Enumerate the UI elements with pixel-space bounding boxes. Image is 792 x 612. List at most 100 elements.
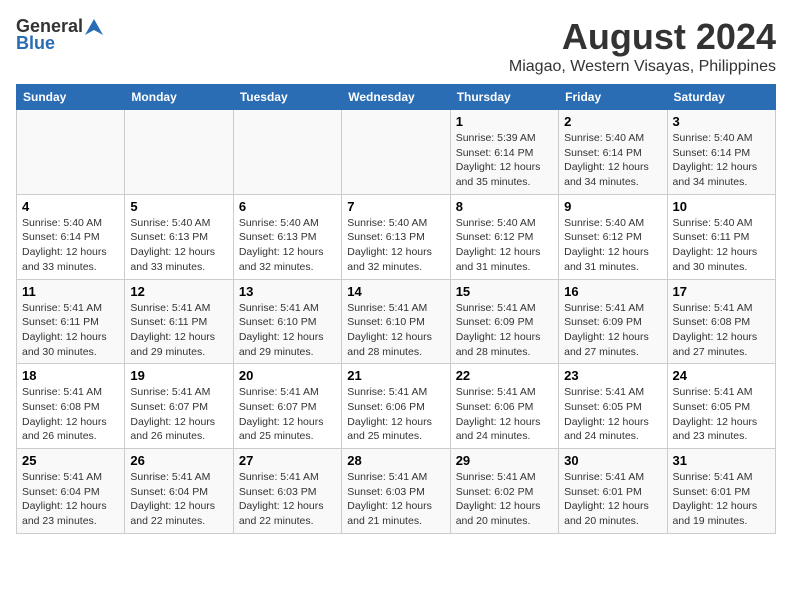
- day-number: 7: [347, 199, 444, 214]
- calendar-body: 1 Sunrise: 5:39 AMSunset: 6:14 PMDaylight…: [17, 110, 776, 534]
- calendar-cell: 25 Sunrise: 5:41 AMSunset: 6:04 PMDayligh…: [17, 449, 125, 534]
- day-number: 1: [456, 114, 553, 129]
- day-number: 28: [347, 453, 444, 468]
- weekday-header-tuesday: Tuesday: [233, 85, 341, 110]
- day-number: 30: [564, 453, 661, 468]
- day-number: 15: [456, 284, 553, 299]
- calendar-cell: 22 Sunrise: 5:41 AMSunset: 6:06 PMDayligh…: [450, 364, 558, 449]
- calendar-cell: 3 Sunrise: 5:40 AMSunset: 6:14 PMDaylight…: [667, 110, 775, 195]
- day-info: Sunrise: 5:40 AMSunset: 6:11 PMDaylight:…: [673, 216, 770, 275]
- day-number: 22: [456, 368, 553, 383]
- day-info: Sunrise: 5:40 AMSunset: 6:14 PMDaylight:…: [673, 131, 770, 190]
- calendar-cell: 17 Sunrise: 5:41 AMSunset: 6:08 PMDayligh…: [667, 279, 775, 364]
- calendar-cell: 1 Sunrise: 5:39 AMSunset: 6:14 PMDaylight…: [450, 110, 558, 195]
- calendar-week-row: 1 Sunrise: 5:39 AMSunset: 6:14 PMDaylight…: [17, 110, 776, 195]
- weekday-header-wednesday: Wednesday: [342, 85, 450, 110]
- day-info: Sunrise: 5:41 AMSunset: 6:01 PMDaylight:…: [564, 470, 661, 529]
- calendar-cell: 10Sunrise: 5:40 AMSunset: 6:11 PMDayligh…: [667, 194, 775, 279]
- day-info: Sunrise: 5:41 AMSunset: 6:04 PMDaylight:…: [130, 470, 227, 529]
- day-number: 5: [130, 199, 227, 214]
- weekday-header-row: SundayMondayTuesdayWednesdayThursdayFrid…: [17, 85, 776, 110]
- calendar-cell: 24Sunrise: 5:41 AMSunset: 6:05 PMDayligh…: [667, 364, 775, 449]
- day-number: 11: [22, 284, 119, 299]
- day-number: 20: [239, 368, 336, 383]
- day-number: 14: [347, 284, 444, 299]
- day-number: 17: [673, 284, 770, 299]
- day-info: Sunrise: 5:40 AMSunset: 6:13 PMDaylight:…: [347, 216, 444, 275]
- day-number: 21: [347, 368, 444, 383]
- day-info: Sunrise: 5:39 AMSunset: 6:14 PMDaylight:…: [456, 131, 553, 190]
- calendar-cell: 15 Sunrise: 5:41 AMSunset: 6:09 PMDayligh…: [450, 279, 558, 364]
- calendar-cell: 21 Sunrise: 5:41 AMSunset: 6:06 PMDayligh…: [342, 364, 450, 449]
- day-number: 26: [130, 453, 227, 468]
- calendar-title: August 2024: [509, 16, 776, 58]
- calendar-cell: 18 Sunrise: 5:41 AMSunset: 6:08 PMDayligh…: [17, 364, 125, 449]
- weekday-header-monday: Monday: [125, 85, 233, 110]
- calendar-cell: 9Sunrise: 5:40 AMSunset: 6:12 PMDaylight…: [559, 194, 667, 279]
- calendar-cell: 7 Sunrise: 5:40 AMSunset: 6:13 PMDaylight…: [342, 194, 450, 279]
- calendar-header: SundayMondayTuesdayWednesdayThursdayFrid…: [17, 85, 776, 110]
- day-number: 31: [673, 453, 770, 468]
- day-info: Sunrise: 5:41 AMSunset: 6:06 PMDaylight:…: [347, 385, 444, 444]
- day-number: 6: [239, 199, 336, 214]
- day-info: Sunrise: 5:41 AMSunset: 6:07 PMDaylight:…: [239, 385, 336, 444]
- weekday-header-thursday: Thursday: [450, 85, 558, 110]
- day-info: Sunrise: 5:40 AMSunset: 6:14 PMDaylight:…: [564, 131, 661, 190]
- day-info: Sunrise: 5:41 AMSunset: 6:08 PMDaylight:…: [22, 385, 119, 444]
- calendar-cell: 30 Sunrise: 5:41 AMSunset: 6:01 PMDayligh…: [559, 449, 667, 534]
- day-info: Sunrise: 5:41 AMSunset: 6:08 PMDaylight:…: [673, 301, 770, 360]
- day-info: Sunrise: 5:41 AMSunset: 6:03 PMDaylight:…: [239, 470, 336, 529]
- day-info: Sunrise: 5:41 AMSunset: 6:06 PMDaylight:…: [456, 385, 553, 444]
- calendar-cell: 12 Sunrise: 5:41 AMSunset: 6:11 PMDayligh…: [125, 279, 233, 364]
- day-info: Sunrise: 5:40 AMSunset: 6:12 PMDaylight:…: [456, 216, 553, 275]
- day-info: Sunrise: 5:40 AMSunset: 6:13 PMDaylight:…: [130, 216, 227, 275]
- logo-blue-text: Blue: [16, 33, 55, 54]
- calendar-cell: [17, 110, 125, 195]
- calendar-week-row: 18 Sunrise: 5:41 AMSunset: 6:08 PMDayligh…: [17, 364, 776, 449]
- day-info: Sunrise: 5:41 AMSunset: 6:01 PMDaylight:…: [673, 470, 770, 529]
- calendar-cell: [342, 110, 450, 195]
- day-info: Sunrise: 5:41 AMSunset: 6:05 PMDaylight:…: [564, 385, 661, 444]
- calendar-cell: 29Sunrise: 5:41 AMSunset: 6:02 PMDayligh…: [450, 449, 558, 534]
- day-info: Sunrise: 5:41 AMSunset: 6:03 PMDaylight:…: [347, 470, 444, 529]
- day-info: Sunrise: 5:41 AMSunset: 6:09 PMDaylight:…: [564, 301, 661, 360]
- day-number: 19: [130, 368, 227, 383]
- calendar-cell: 6 Sunrise: 5:40 AMSunset: 6:13 PMDaylight…: [233, 194, 341, 279]
- calendar-cell: 19 Sunrise: 5:41 AMSunset: 6:07 PMDayligh…: [125, 364, 233, 449]
- weekday-header-friday: Friday: [559, 85, 667, 110]
- day-info: Sunrise: 5:41 AMSunset: 6:04 PMDaylight:…: [22, 470, 119, 529]
- calendar-cell: 5 Sunrise: 5:40 AMSunset: 6:13 PMDaylight…: [125, 194, 233, 279]
- day-info: Sunrise: 5:41 AMSunset: 6:09 PMDaylight:…: [456, 301, 553, 360]
- day-info: Sunrise: 5:41 AMSunset: 6:02 PMDaylight:…: [456, 470, 553, 529]
- day-info: Sunrise: 5:41 AMSunset: 6:11 PMDaylight:…: [130, 301, 227, 360]
- calendar-cell: 26 Sunrise: 5:41 AMSunset: 6:04 PMDayligh…: [125, 449, 233, 534]
- day-number: 25: [22, 453, 119, 468]
- calendar-subtitle: Miagao, Western Visayas, Philippines: [509, 58, 776, 76]
- day-info: Sunrise: 5:40 AMSunset: 6:14 PMDaylight:…: [22, 216, 119, 275]
- day-number: 18: [22, 368, 119, 383]
- logo: General Blue: [16, 16, 103, 54]
- calendar-week-row: 11 Sunrise: 5:41 AMSunset: 6:11 PMDayligh…: [17, 279, 776, 364]
- day-number: 27: [239, 453, 336, 468]
- calendar-cell: 8 Sunrise: 5:40 AMSunset: 6:12 PMDaylight…: [450, 194, 558, 279]
- day-number: 3: [673, 114, 770, 129]
- day-info: Sunrise: 5:40 AMSunset: 6:13 PMDaylight:…: [239, 216, 336, 275]
- calendar-cell: [125, 110, 233, 195]
- weekday-header-sunday: Sunday: [17, 85, 125, 110]
- calendar-cell: 13Sunrise: 5:41 AMSunset: 6:10 PMDayligh…: [233, 279, 341, 364]
- day-number: 4: [22, 199, 119, 214]
- day-number: 13: [239, 284, 336, 299]
- calendar-cell: 11Sunrise: 5:41 AMSunset: 6:11 PMDayligh…: [17, 279, 125, 364]
- weekday-header-saturday: Saturday: [667, 85, 775, 110]
- day-info: Sunrise: 5:41 AMSunset: 6:10 PMDaylight:…: [347, 301, 444, 360]
- calendar-cell: 20 Sunrise: 5:41 AMSunset: 6:07 PMDayligh…: [233, 364, 341, 449]
- day-info: Sunrise: 5:40 AMSunset: 6:12 PMDaylight:…: [564, 216, 661, 275]
- day-number: 2: [564, 114, 661, 129]
- calendar-cell: 16 Sunrise: 5:41 AMSunset: 6:09 PMDayligh…: [559, 279, 667, 364]
- day-number: 16: [564, 284, 661, 299]
- calendar-table: SundayMondayTuesdayWednesdayThursdayFrid…: [16, 84, 776, 534]
- calendar-cell: 31 Sunrise: 5:41 AMSunset: 6:01 PMDayligh…: [667, 449, 775, 534]
- day-info: Sunrise: 5:41 AMSunset: 6:07 PMDaylight:…: [130, 385, 227, 444]
- day-number: 12: [130, 284, 227, 299]
- day-number: 8: [456, 199, 553, 214]
